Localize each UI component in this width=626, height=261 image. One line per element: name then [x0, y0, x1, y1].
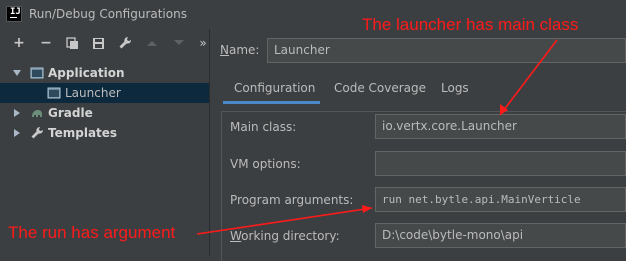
save-icon[interactable] — [91, 36, 105, 50]
launcher-icon — [47, 86, 61, 100]
add-icon[interactable]: + — [12, 36, 26, 50]
wrench-icon — [30, 126, 44, 140]
working-directory-mnemonic: W — [230, 229, 242, 243]
window-title: Run/Debug Configurations — [29, 7, 187, 21]
vm-options-label: VM options: — [230, 157, 301, 171]
working-directory-input[interactable]: D:\code\bytle-mono\api — [375, 223, 626, 248]
tab-code-coverage[interactable]: Code Coverage — [334, 81, 426, 95]
program-arguments-label: Program arguments: — [230, 193, 354, 207]
name-input[interactable]: Launcher — [267, 38, 626, 63]
vm-options-input[interactable] — [375, 151, 626, 176]
configuration-editor: Name: Launcher Configuration Code Covera… — [210, 29, 626, 261]
tree-item-templates[interactable]: Templates — [0, 123, 209, 143]
main-class-input[interactable]: io.vertx.core.Launcher — [375, 114, 626, 139]
gradle-icon — [30, 106, 44, 120]
working-directory-label-text: orking directory: — [241, 229, 340, 243]
more-actions-icon[interactable]: » — [196, 36, 210, 50]
tree-item-application[interactable]: Application — [0, 63, 209, 83]
move-down-icon[interactable] — [172, 36, 186, 50]
program-arguments-input[interactable]: run net.bytle.api.MainVerticle — [375, 187, 626, 212]
remove-icon[interactable]: − — [39, 36, 53, 50]
tree-item-label: Gradle — [48, 106, 93, 120]
tree-item-gradle[interactable]: Gradle — [0, 103, 209, 123]
expand-arrow-icon[interactable] — [14, 109, 20, 117]
name-label: Name: — [220, 43, 259, 57]
tree-item-label: Application — [48, 66, 125, 80]
application-icon — [30, 66, 44, 80]
tab-configuration[interactable]: Configuration — [234, 81, 315, 95]
expand-arrow-icon[interactable] — [14, 129, 20, 137]
active-tab-indicator — [223, 101, 320, 104]
intellij-app-icon: IJ — [6, 6, 22, 22]
tree-item-label: Templates — [48, 126, 118, 140]
copy-icon[interactable] — [65, 36, 79, 50]
expand-arrow-icon[interactable] — [13, 70, 21, 76]
tree-item-label: Launcher — [65, 86, 121, 100]
annotation-run-argument: The run has argument — [8, 223, 176, 242]
main-class-label: Main class: — [230, 120, 297, 134]
working-directory-label: Working directory: — [230, 229, 340, 243]
annotation-main-class: The launcher has main class — [362, 15, 579, 34]
tab-logs[interactable]: Logs — [441, 81, 469, 95]
tree-toolbar: + − » — [0, 29, 209, 57]
tree-item-launcher[interactable]: Launcher — [0, 83, 209, 103]
configurations-tree-panel: + − » Application Launcher Gradle Templa… — [0, 29, 210, 256]
name-label-text: ame: — [228, 43, 260, 57]
name-label-mnemonic: N — [220, 43, 229, 57]
move-up-icon[interactable] — [145, 36, 159, 50]
wrench-icon[interactable] — [118, 36, 132, 50]
